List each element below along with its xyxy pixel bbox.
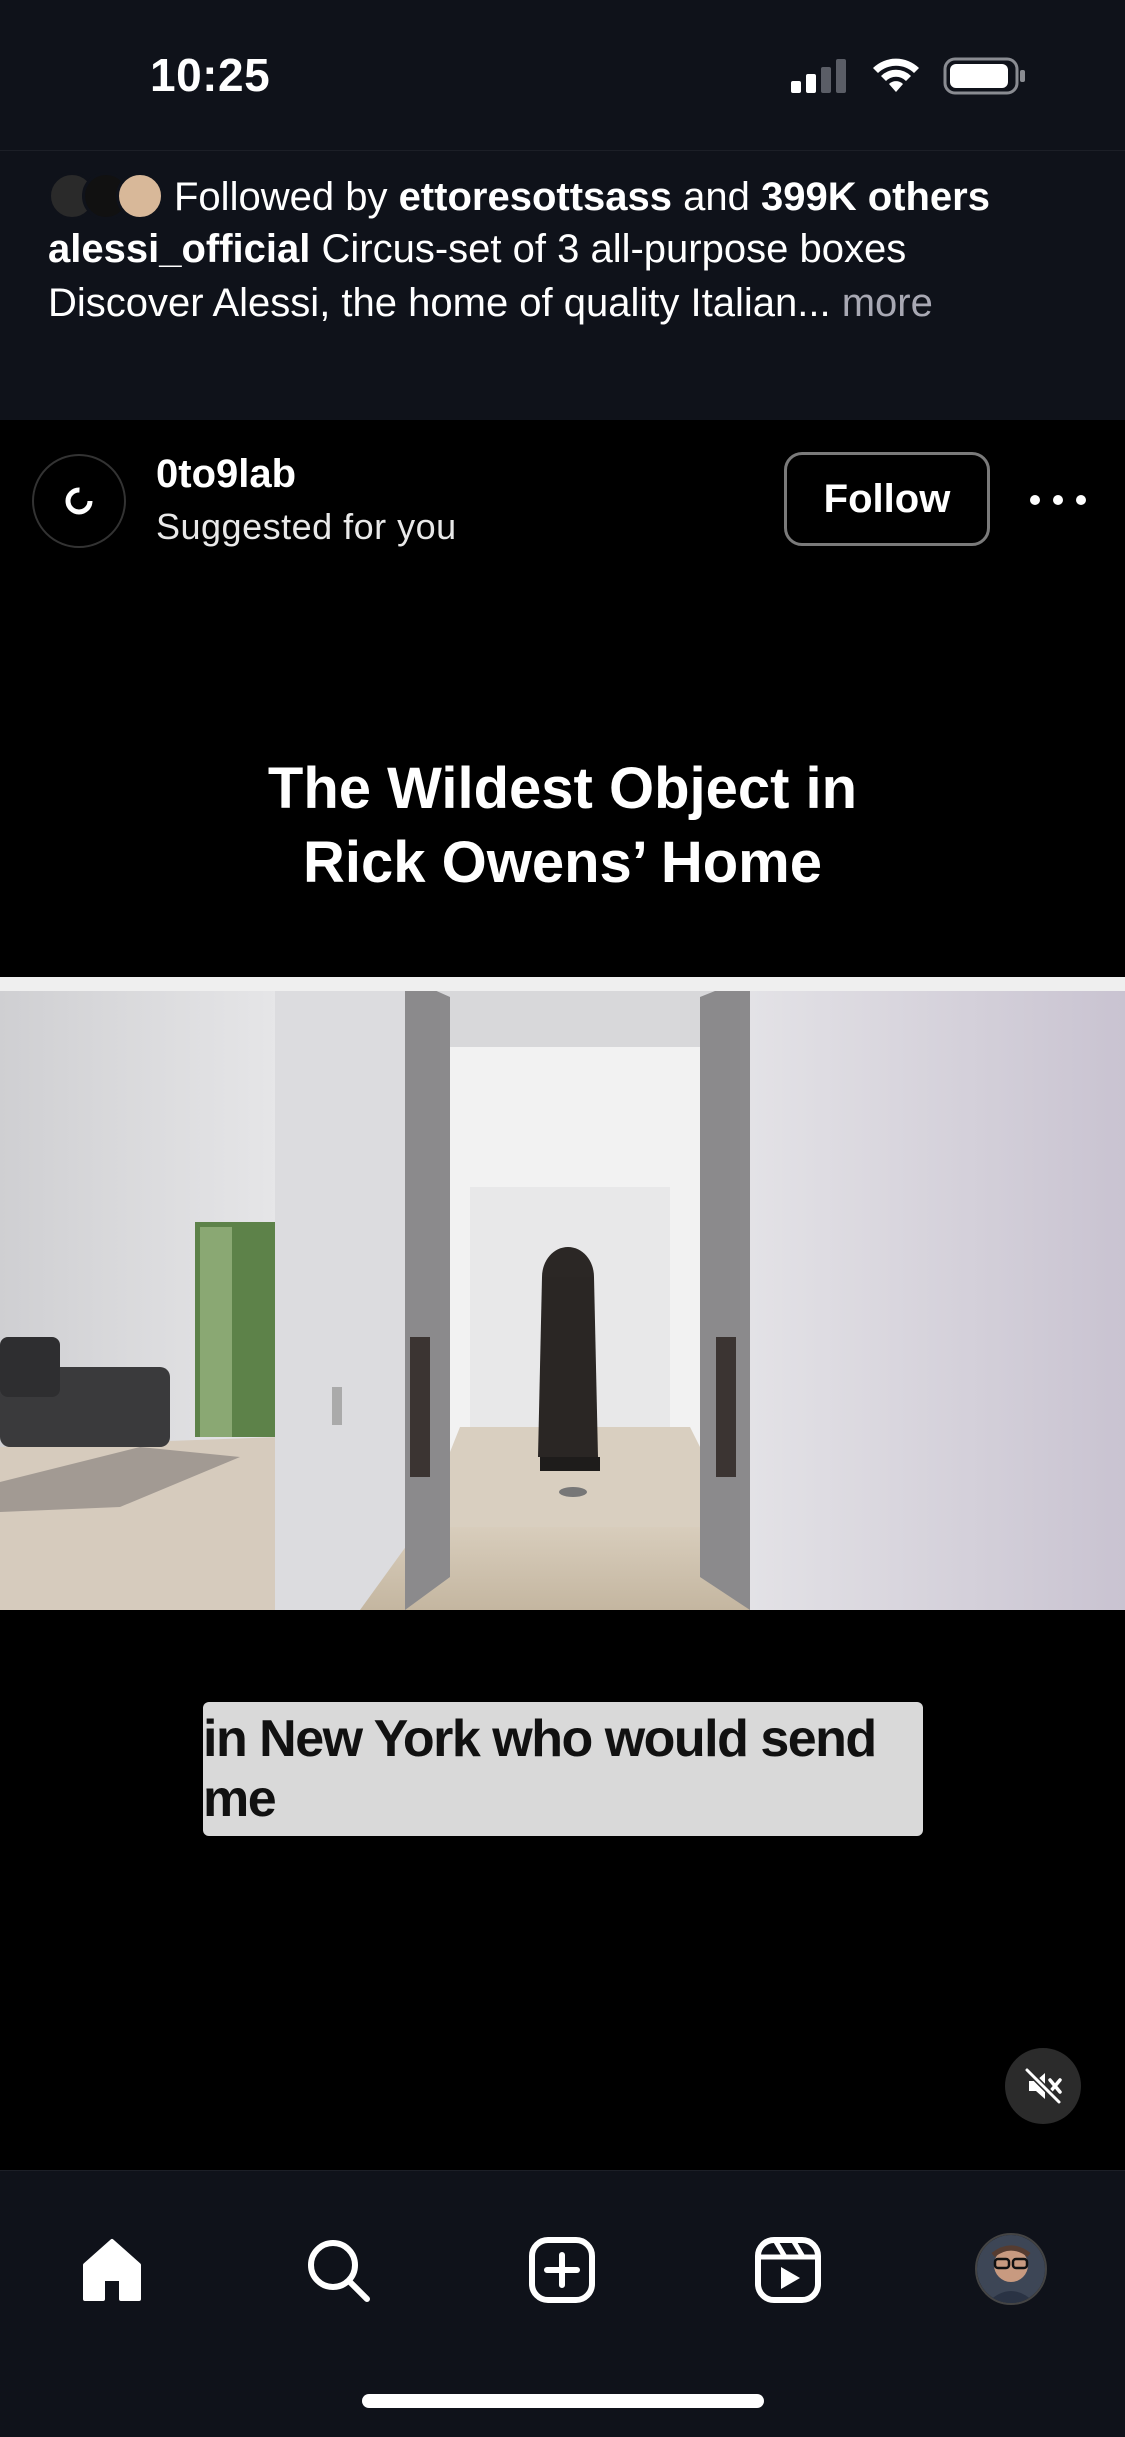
caption-text-line2: Discover Alessi, the home of quality Ita… (48, 281, 831, 325)
tab-home[interactable] (72, 2230, 152, 2310)
wifi-icon (873, 58, 919, 92)
more-options-icon[interactable] (1030, 480, 1086, 520)
mute-toggle-button[interactable] (1005, 2048, 1081, 2124)
followed-by-connector: and (683, 174, 750, 219)
tab-search[interactable] (298, 2230, 378, 2310)
status-icons (791, 56, 1027, 96)
followed-by-others[interactable]: 399K others (761, 175, 990, 219)
caption-more-link[interactable]: more (842, 281, 933, 325)
reels-icon (755, 2237, 821, 2303)
search-icon (308, 2240, 370, 2302)
tab-profile-avatar[interactable] (975, 2233, 1047, 2305)
followed-by-prefix: Followed by (174, 174, 388, 219)
post-caption[interactable]: alessi_official Circus-set of 3 all-purp… (48, 222, 1088, 330)
video-title: The Wildest Object in Rick Owens’ Home (0, 752, 1125, 900)
cellular-signal-icon (791, 59, 846, 93)
video-caption-overlay: in New York who would send me (203, 1702, 923, 1836)
follower-avatar (116, 172, 164, 220)
home-icon (83, 2239, 141, 2301)
caption-text-line1: Circus-set of 3 all-purpose boxes (321, 227, 907, 271)
tab-create[interactable] (522, 2230, 602, 2310)
home-indicator[interactable] (362, 2394, 764, 2408)
tab-reels[interactable] (748, 2230, 828, 2310)
suggested-label: Suggested for you (156, 506, 457, 547)
post-username[interactable]: 0to9lab (156, 452, 296, 497)
caption-username[interactable]: alessi_official (48, 227, 310, 271)
brand-logo-icon (65, 487, 93, 515)
follower-avatars (48, 170, 166, 224)
followed-by-user[interactable]: ettoresottsass (399, 175, 672, 219)
status-time: 10:25 (150, 49, 271, 101)
battery-icon (943, 57, 1025, 95)
follow-button[interactable]: Follow (784, 452, 990, 546)
video-title-line1: The Wildest Object in (267, 756, 858, 821)
speaker-muted-icon (1024, 2067, 1062, 2105)
create-post-icon (529, 2237, 595, 2303)
video-frame (0, 977, 1125, 1610)
followed-by-text: Followed by ettoresottsass and 399K othe… (174, 175, 990, 220)
video-title-line2: Rick Owens’ Home (303, 830, 822, 895)
profile-avatar[interactable] (32, 454, 126, 548)
